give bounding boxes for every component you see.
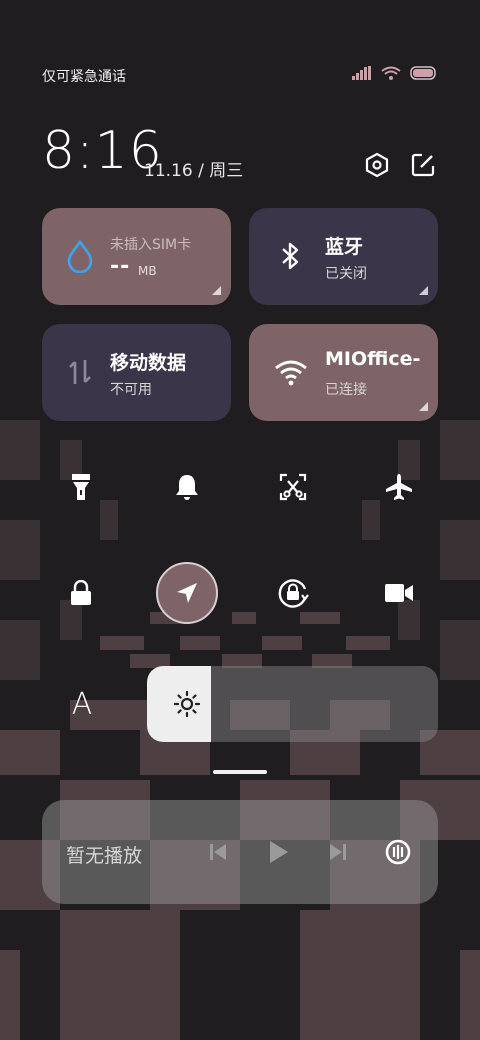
sun-icon xyxy=(173,690,201,718)
next-button[interactable] xyxy=(322,836,354,868)
media-card[interactable]: 暂无播放 xyxy=(42,800,438,904)
expand-corner xyxy=(419,402,428,411)
carrier-text: 仅可紧急通话 xyxy=(42,69,126,85)
expand-corner xyxy=(212,286,221,295)
wifi-tile[interactable]: MIOffice- 已连接 xyxy=(249,324,438,421)
screen-recorder-toggle[interactable] xyxy=(374,568,424,618)
bluetooth-icon xyxy=(273,238,309,274)
location-toggle[interactable] xyxy=(156,562,218,624)
screenshot-toggle[interactable] xyxy=(268,462,318,512)
wifi-icon xyxy=(381,66,401,80)
expand-corner xyxy=(419,286,428,295)
cast-icon xyxy=(385,839,411,865)
rotation-lock-toggle[interactable] xyxy=(268,568,318,618)
previous-icon xyxy=(210,844,226,860)
edit-icon xyxy=(411,153,435,177)
droplet-icon xyxy=(62,238,98,274)
ringer-toggle[interactable] xyxy=(162,462,212,512)
lock-icon xyxy=(71,580,91,605)
location-icon xyxy=(177,583,197,603)
media-status: 暂无播放 xyxy=(66,845,143,867)
screenshot-icon xyxy=(279,473,307,501)
play-button[interactable] xyxy=(262,836,294,868)
bluetooth-tile[interactable]: 蓝牙 已关闭 xyxy=(249,208,438,305)
bluetooth-title: 蓝牙 xyxy=(325,236,364,258)
wifi-status: 已连接 xyxy=(325,382,367,398)
previous-button[interactable] xyxy=(202,836,234,868)
status-icons xyxy=(352,66,438,80)
signal-icon xyxy=(352,66,371,80)
data-usage-value: -- xyxy=(110,254,131,279)
flashlight-toggle[interactable] xyxy=(56,462,106,512)
mobile-data-title: 移动数据 xyxy=(110,352,187,374)
brightness-slider[interactable] xyxy=(147,666,438,742)
wifi-tile-icon xyxy=(273,354,309,390)
rotation-lock-icon xyxy=(278,579,309,608)
edit-button[interactable] xyxy=(408,150,438,180)
cast-button[interactable] xyxy=(382,836,414,868)
drag-handle[interactable] xyxy=(213,770,267,774)
settings-icon xyxy=(365,152,389,178)
sim-status: 未插入SIM卡 xyxy=(110,237,192,253)
airplane-icon xyxy=(386,474,412,500)
data-usage-unit: MB xyxy=(138,264,157,278)
bell-icon xyxy=(176,475,198,500)
flashlight-icon xyxy=(72,474,90,500)
video-camera-icon xyxy=(385,584,413,602)
mobile-data-status: 不可用 xyxy=(110,382,152,398)
auto-brightness-button[interactable]: A xyxy=(64,684,100,724)
next-icon xyxy=(330,844,346,860)
airplane-toggle[interactable] xyxy=(374,462,424,512)
data-usage-tile[interactable]: 未插入SIM卡 -- MB xyxy=(42,208,231,305)
data-arrows-icon xyxy=(62,354,98,390)
settings-button[interactable] xyxy=(362,150,392,180)
battery-icon xyxy=(410,66,436,80)
bluetooth-status: 已关闭 xyxy=(325,266,367,282)
date: 11.16 / 周三 xyxy=(144,161,244,181)
mobile-data-tile[interactable]: 移动数据 不可用 xyxy=(42,324,231,421)
play-icon xyxy=(270,841,288,863)
lock-screen-toggle[interactable] xyxy=(56,568,106,618)
wifi-network-name: MIOffice- xyxy=(325,348,421,370)
